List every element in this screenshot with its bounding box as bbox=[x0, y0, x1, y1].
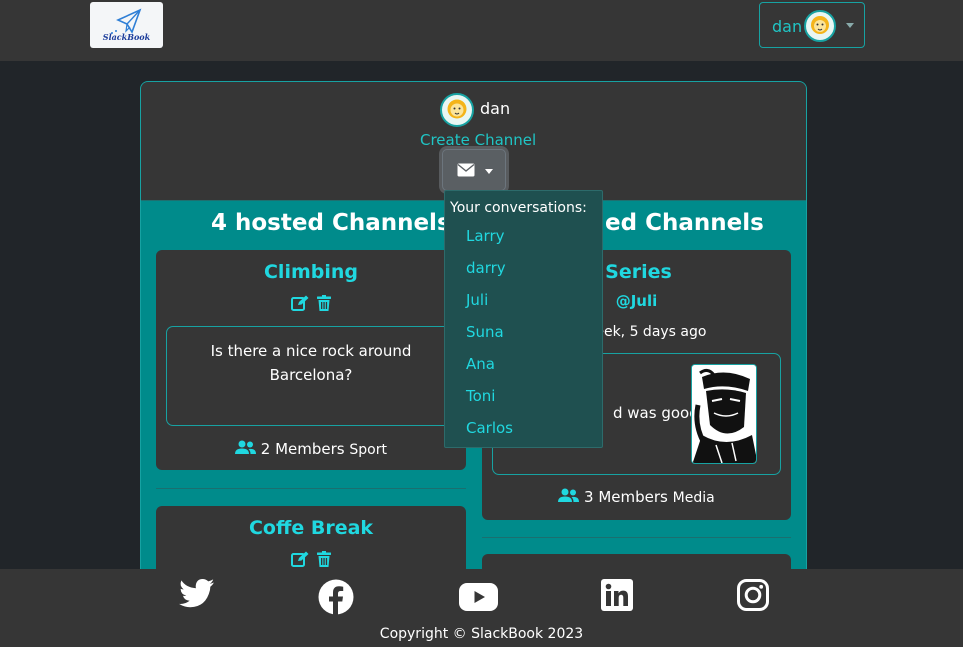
conversation-item[interactable]: darry bbox=[466, 259, 506, 277]
conversations-dropdown-menu: Your conversations: Larry darry Juli Sun… bbox=[444, 190, 603, 448]
conversation-item[interactable]: Suna bbox=[466, 323, 504, 341]
logo-text: SlackBook bbox=[102, 32, 151, 42]
hosted-channels-title: 4 hosted Channels bbox=[211, 210, 451, 236]
conversations-heading: Your conversations: bbox=[450, 200, 587, 216]
conversation-item[interactable]: Ana bbox=[466, 355, 495, 373]
conversation-item[interactable]: Toni bbox=[466, 387, 495, 405]
user-menu-name: dan bbox=[772, 17, 803, 36]
channel-actions bbox=[156, 295, 466, 315]
avatar bbox=[440, 93, 474, 127]
user-menu-button[interactable]: dan bbox=[759, 2, 865, 48]
conversation-item[interactable]: Carlos bbox=[466, 419, 513, 437]
navbar: SlackBook dan bbox=[0, 0, 963, 61]
envelope-icon bbox=[457, 163, 475, 177]
conversation-item[interactable]: Juli bbox=[466, 291, 488, 309]
channel-card[interactable]: Climbing Is there a nice rock around Bar… bbox=[156, 250, 466, 470]
youtube-icon[interactable] bbox=[459, 583, 498, 611]
chevron-down-icon bbox=[846, 23, 854, 28]
conversation-item[interactable]: Larry bbox=[466, 227, 505, 245]
divider bbox=[156, 488, 466, 489]
users-icon bbox=[235, 440, 256, 454]
channel-name[interactable]: Coffe Break bbox=[156, 517, 466, 539]
channel-actions bbox=[156, 551, 466, 571]
members-count: 3 Members bbox=[584, 488, 668, 506]
channel-post[interactable]: Is there a nice rock around Barcelona? bbox=[166, 326, 456, 426]
create-channel-link[interactable]: Create Channel bbox=[420, 131, 536, 149]
panel-header: dan Create Channel bbox=[141, 82, 806, 201]
twitter-icon[interactable] bbox=[179, 579, 215, 609]
channel-members: 2 Members Sport bbox=[156, 440, 466, 458]
post-text: Is there a nice rock around Barcelona? bbox=[210, 342, 412, 384]
avatar bbox=[804, 10, 836, 42]
linkedin-icon[interactable] bbox=[601, 579, 633, 611]
channel-name[interactable]: Climbing bbox=[156, 261, 466, 283]
slackbook-logo[interactable]: SlackBook bbox=[90, 2, 163, 48]
portrait-illustration bbox=[692, 365, 756, 463]
instagram-icon[interactable] bbox=[737, 579, 769, 611]
channel-category: Sport bbox=[349, 442, 387, 458]
divider bbox=[482, 537, 791, 538]
copyright-text: Copyright © SlackBook 2023 bbox=[379, 626, 584, 642]
users-icon bbox=[558, 488, 580, 502]
post-image bbox=[691, 364, 757, 464]
footer: Copyright © SlackBook 2023 bbox=[0, 569, 963, 647]
facebook-icon[interactable] bbox=[318, 579, 354, 615]
trash-icon[interactable] bbox=[316, 295, 331, 311]
channel-members: 3 Members Media bbox=[482, 488, 791, 506]
channel-category: Media bbox=[672, 490, 715, 506]
current-user-name: dan bbox=[480, 99, 511, 118]
conversations-dropdown-button[interactable] bbox=[442, 149, 506, 191]
trash-icon[interactable] bbox=[316, 551, 331, 567]
joined-channels-title: ed Channels bbox=[605, 210, 764, 236]
edit-icon[interactable] bbox=[291, 551, 309, 567]
channel-name-text: Series bbox=[605, 261, 672, 283]
chevron-down-icon bbox=[485, 169, 493, 174]
edit-icon[interactable] bbox=[291, 295, 309, 311]
members-count: 2 Members bbox=[260, 440, 345, 458]
